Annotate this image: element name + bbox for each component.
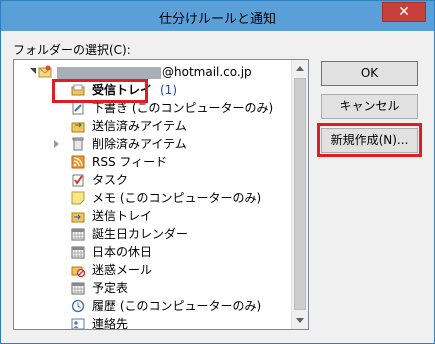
tree-item-rss[interactable]: RSS フィード	[14, 153, 292, 171]
tree-item-label: 送信済みアイテム	[92, 119, 187, 133]
tree-item-junk-mail[interactable]: 迷惑メール	[14, 261, 292, 279]
tree-item-label: タスク	[92, 173, 129, 187]
redacted-account-name	[57, 66, 161, 79]
note-icon	[71, 191, 85, 205]
calendar-icon	[71, 246, 85, 259]
outbox-icon	[71, 212, 85, 223]
tree-scrollbar[interactable]	[291, 60, 308, 329]
tree-item-contacts[interactable]: 連絡先	[14, 315, 292, 330]
mailbox-icon	[38, 65, 52, 78]
dialog-window: 仕分けルールと通知 ✕ フォルダーの選択(C): @hotmail.co.jp	[0, 0, 435, 344]
close-button[interactable]: ✕	[382, 2, 426, 22]
tree-item-outbox[interactable]: 送信トレイ	[14, 207, 292, 225]
drafts-icon	[72, 101, 84, 115]
ok-button[interactable]: OK	[321, 61, 418, 86]
tree-item-label: 予定表	[92, 281, 129, 295]
tree-item-calendar[interactable]: 予定表	[14, 279, 292, 297]
unread-count: (1)	[160, 83, 177, 97]
tree-item-tasks[interactable]: タスク	[14, 171, 292, 189]
tree-item-notes[interactable]: メモ (このコンピューターのみ)	[14, 189, 292, 207]
scroll-down-icon[interactable]	[296, 318, 304, 323]
title-bar[interactable]: 仕分けルールと通知 ✕	[1, 1, 434, 31]
tree-item-label: メモ (このコンピューターのみ)	[92, 191, 262, 205]
new-folder-highlight-box	[317, 123, 422, 157]
history-icon	[71, 299, 85, 313]
tree-item-label: 迷惑メール	[92, 263, 153, 277]
inbox-highlight-box	[52, 79, 148, 103]
folder-select-label: フォルダーの選択(C):	[13, 43, 131, 57]
tree-item-label: 誕生日カレンダー	[92, 227, 189, 241]
account-email-suffix: @hotmail.co.jp	[162, 65, 252, 79]
dialog-title: 仕分けルールと通知	[158, 12, 276, 27]
tree-item-deleted-items[interactable]: 削除済みアイテム	[14, 135, 292, 153]
tree-item-sent-items[interactable]: 送信済みアイテム	[14, 117, 292, 135]
tree-item-label: RSS フィード	[92, 155, 168, 169]
task-icon	[72, 174, 84, 187]
collapse-icon[interactable]	[30, 68, 36, 74]
contacts-icon	[71, 318, 85, 329]
scroll-up-icon[interactable]	[296, 66, 304, 71]
tree-item-history[interactable]: 履歴 (このコンピューターのみ)	[14, 297, 292, 315]
cancel-button[interactable]: キャンセル	[321, 94, 418, 119]
tree-item-label: 連絡先	[92, 317, 129, 330]
tree-item-label: 削除済みアイテム	[92, 137, 187, 151]
expand-icon[interactable]	[54, 140, 59, 148]
calendar-icon	[71, 282, 85, 295]
rss-icon	[71, 155, 85, 169]
sent-items-icon	[71, 122, 85, 133]
trash-icon	[72, 137, 84, 151]
scroll-thumb[interactable]	[294, 78, 306, 310]
tree-item-label: 日本の休日	[92, 245, 153, 259]
tree-item-label: 送信トレイ	[92, 209, 153, 223]
dialog-body: フォルダーの選択(C): @hotmail.co.jp 受信トレイ (1) 下書…	[9, 31, 426, 335]
tree-item-birthday-calendar[interactable]: 誕生日カレンダー	[14, 225, 292, 243]
tree-item-label: 履歴 (このコンピューターのみ)	[92, 299, 262, 313]
tree-item-japan-holidays[interactable]: 日本の休日	[14, 243, 292, 261]
junk-mail-icon	[71, 266, 85, 277]
calendar-icon	[71, 228, 85, 241]
